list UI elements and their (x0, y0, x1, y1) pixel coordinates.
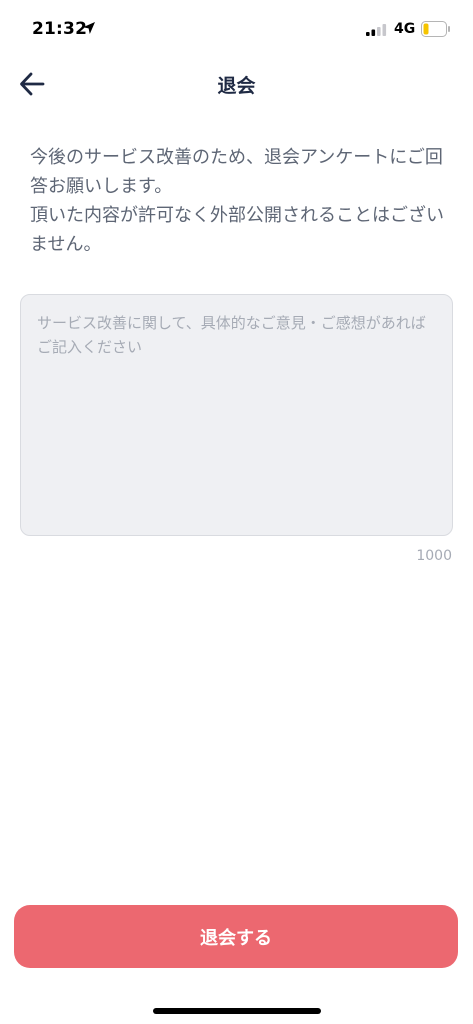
cellular-signal-icon (366, 24, 387, 36)
withdraw-button[interactable]: 退会する (14, 905, 458, 968)
status-time: 21:32 (32, 19, 88, 39)
navigation-bar: 退会 (0, 58, 473, 110)
page-title: 退会 (217, 75, 256, 97)
withdraw-button-label: 退会する (200, 927, 272, 949)
feedback-textarea[interactable] (20, 294, 453, 536)
battery-icon (421, 21, 450, 37)
survey-description: 今後のサービス改善のため、退会アンケートにご回答お願いします。 頂いた内容が許可… (30, 147, 444, 255)
status-bar: 21:32 4G (0, 0, 473, 58)
location-arrow-icon (83, 22, 95, 34)
network-type: 4G (394, 21, 416, 37)
character-limit: 1000 (416, 548, 452, 564)
home-indicator (153, 1008, 321, 1014)
